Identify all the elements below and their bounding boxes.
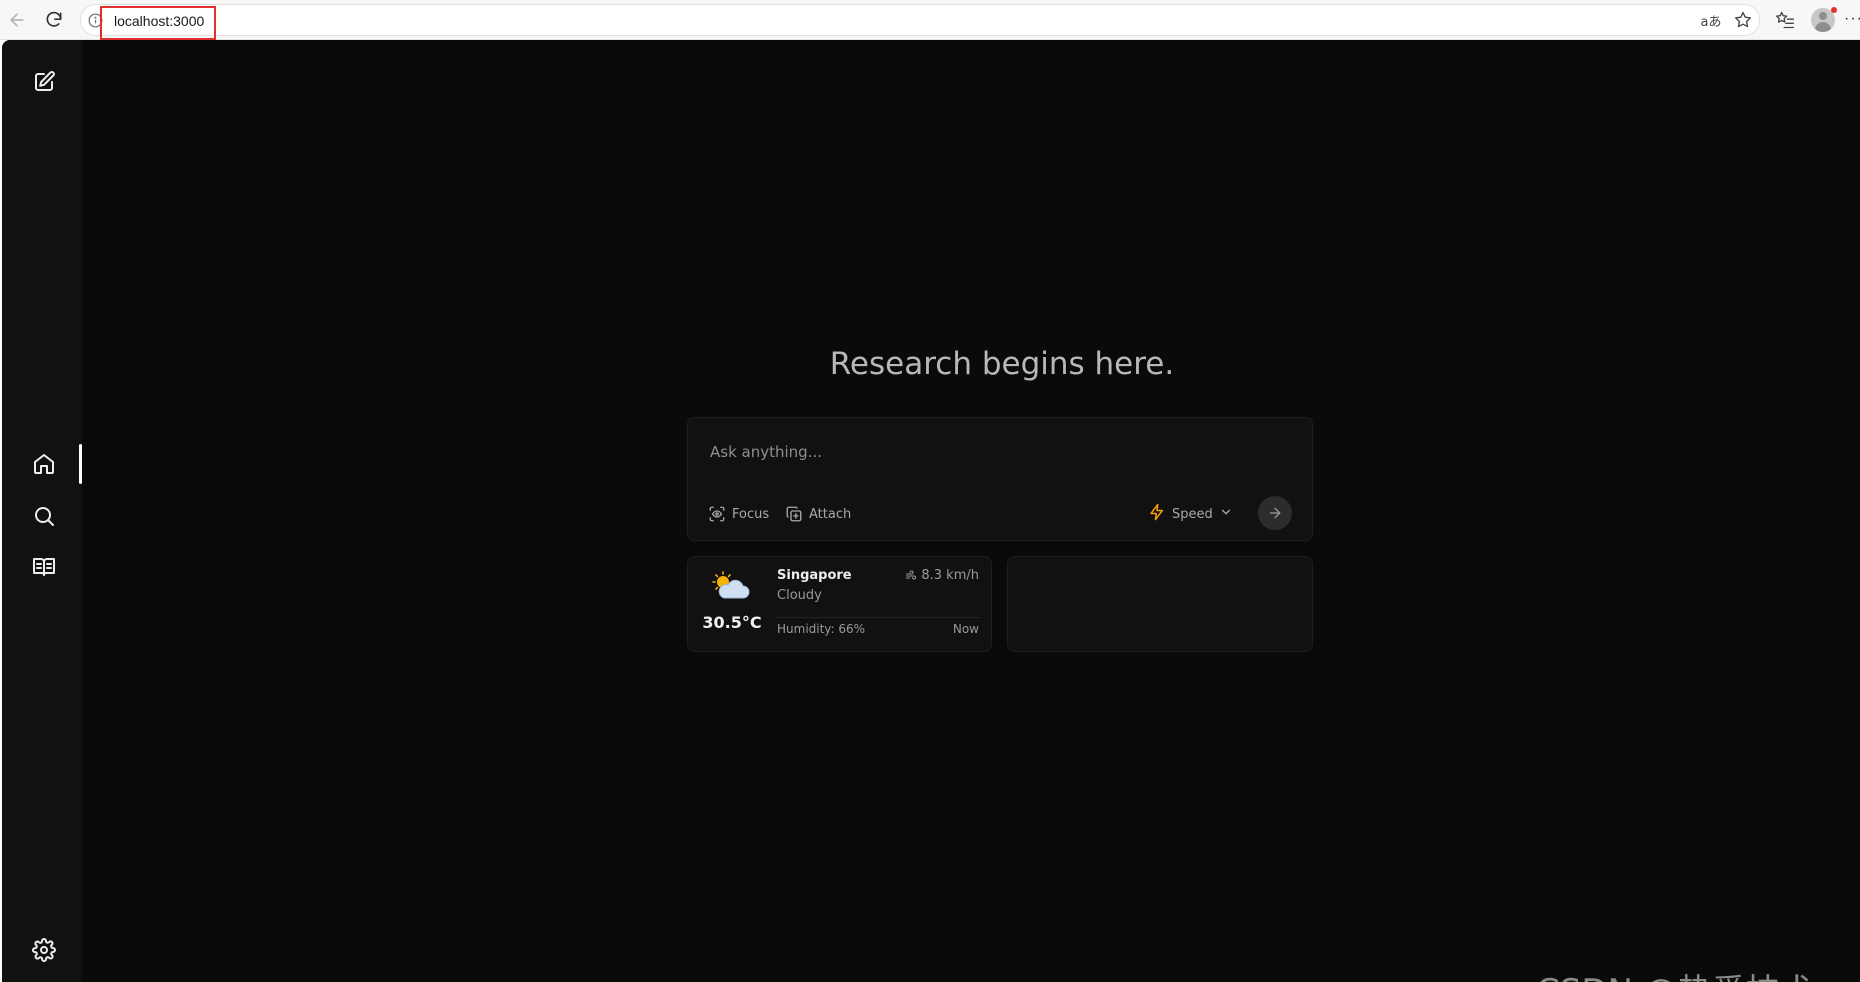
sidebar [2, 40, 82, 982]
reload-icon [46, 11, 62, 27]
back-button[interactable] [3, 6, 31, 34]
sidebar-item-home[interactable] [30, 450, 58, 478]
page-title: Research begins here. [829, 346, 1175, 382]
send-button[interactable] [1258, 496, 1292, 530]
favorite-star-icon [1735, 11, 1751, 28]
watermark-text: CSDN @热爱技术。 [1536, 964, 1848, 982]
translate-button[interactable]: aあ [1698, 7, 1724, 33]
attach-label: Attach [809, 506, 852, 522]
sidebar-item-discover[interactable] [30, 502, 58, 530]
news-card-placeholder[interactable] [1007, 556, 1313, 652]
weather-city: Singapore [777, 568, 852, 583]
weather-divider [777, 617, 981, 618]
weather-widget[interactable]: 30.5°C Singapore Cloudy 8.3 km/h Humidit… [687, 556, 992, 652]
search-input[interactable] [708, 438, 1268, 466]
sidebar-item-library[interactable] [30, 553, 58, 581]
speed-selector[interactable]: Speed [1148, 502, 1233, 526]
notification-dot [1831, 7, 1837, 13]
edit-icon [35, 71, 55, 91]
weather-wind: 8.3 km/h [905, 568, 979, 583]
favorite-button[interactable] [1730, 7, 1756, 33]
search-icon [35, 507, 54, 526]
wind-icon [906, 570, 917, 579]
chevron-down-icon [1219, 505, 1233, 523]
book-icon [33, 558, 55, 576]
weather-humidity: Humidity: 66% [777, 622, 866, 636]
arrow-right-icon [1269, 507, 1281, 519]
focus-eye-icon [709, 506, 725, 522]
reload-button[interactable] [40, 6, 68, 34]
favorites-list-icon [1776, 11, 1794, 29]
partly-cloudy-icon [712, 571, 750, 599]
browser-toolbar: localhost:3000 aあ ··· [0, 0, 1860, 40]
weather-condition: Cloudy [777, 588, 822, 603]
settings-button[interactable] [30, 936, 58, 964]
home-icon [34, 454, 54, 474]
attach-button[interactable]: Attach [785, 502, 851, 526]
wind-speed: 8.3 km/h [921, 568, 979, 583]
attach-icon [786, 506, 802, 522]
bolt-icon [1148, 503, 1166, 525]
focus-label: Focus [732, 506, 770, 522]
weather-time: Now [952, 622, 979, 636]
favorites-list-button[interactable] [1772, 7, 1798, 33]
address-bar[interactable]: localhost:3000 [80, 4, 1760, 40]
address-url[interactable]: localhost:3000 [114, 13, 204, 29]
focus-button[interactable]: Focus [708, 502, 769, 526]
app-window: Research begins here. Focus Attach Speed [2, 40, 1860, 982]
gear-icon [32, 938, 56, 962]
more-icon[interactable]: ··· [1844, 10, 1860, 28]
back-icon [10, 13, 24, 27]
translate-icon: aあ [1700, 14, 1722, 30]
new-chat-button[interactable] [30, 68, 58, 96]
weather-temperature: 30.5°C [702, 613, 762, 632]
speed-label: Speed [1172, 506, 1213, 522]
search-box: Focus Attach Speed [687, 417, 1313, 541]
active-nav-indicator [79, 444, 82, 484]
